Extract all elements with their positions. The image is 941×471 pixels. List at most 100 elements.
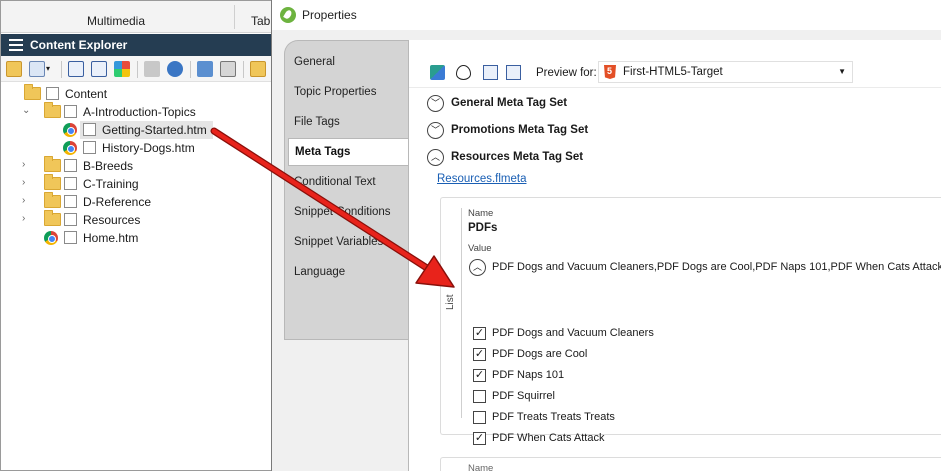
preview-target-select[interactable]: First-HTML5-Target ▼ bbox=[598, 61, 853, 83]
dialog-titlebar: Properties bbox=[272, 0, 941, 30]
option-checkbox[interactable] bbox=[473, 390, 486, 403]
ribbon-tab-multimedia[interactable]: Multimedia bbox=[87, 14, 145, 28]
option-checkbox[interactable]: ✓ bbox=[473, 327, 486, 340]
tab-snippet-variables[interactable]: Snippet Variables bbox=[294, 236, 383, 248]
paste-icon[interactable] bbox=[506, 65, 521, 80]
tree-item-a-introduction-topics[interactable]: ⌄ A-Introduction-Topics bbox=[1, 102, 271, 121]
tree-item-label: C-Training bbox=[83, 177, 139, 191]
tree-item-b-breeds[interactable]: › B-Breeds bbox=[1, 156, 271, 175]
tree-checkbox[interactable] bbox=[64, 195, 77, 208]
tree-item-resources[interactable]: › Resources bbox=[1, 210, 271, 229]
tree-item-getting-started[interactable]: Getting-Started.htm bbox=[1, 121, 271, 139]
tab-meta-tags[interactable]: Meta Tags bbox=[288, 138, 409, 166]
toolbar-divider bbox=[190, 61, 191, 78]
ribbon-divider bbox=[234, 5, 235, 29]
chevron-up-icon[interactable]: ︿ bbox=[427, 149, 444, 166]
name-caption: Name bbox=[468, 463, 494, 471]
tab-snippet-conditions[interactable]: Snippet Conditions bbox=[294, 206, 391, 218]
tab-file-tags[interactable]: File Tags bbox=[294, 116, 340, 128]
option-label: PDF Treats Treats Treats bbox=[492, 411, 615, 423]
next-meta-tag-card: Name bbox=[440, 457, 941, 471]
meta-tags-panel: Preview for: First-HTML5-Target ▼ ﹀ Gene… bbox=[408, 40, 941, 471]
chrome-icon bbox=[63, 123, 77, 137]
option-label: PDF Dogs are Cool bbox=[492, 348, 588, 360]
content-explorer-toolbar: ▾ bbox=[1, 56, 281, 82]
menu-icon[interactable] bbox=[9, 39, 23, 51]
edit-meta-icon[interactable] bbox=[430, 65, 445, 80]
layout-icon[interactable] bbox=[29, 61, 45, 77]
tab-language[interactable]: Language bbox=[294, 266, 345, 278]
bind-icon[interactable] bbox=[144, 61, 160, 77]
folder-icon bbox=[44, 192, 61, 208]
tree-item-c-training[interactable]: › C-Training bbox=[1, 174, 271, 193]
tree-checkbox[interactable] bbox=[64, 213, 77, 226]
meta-tag-card: List Name PDFs Value ︿ PDF Dogs and Vacu… bbox=[440, 197, 941, 445]
tree-item-label: A-Introduction-Topics bbox=[83, 105, 196, 119]
folder-icon bbox=[44, 174, 61, 190]
duplicate-icon[interactable] bbox=[91, 61, 107, 77]
content-explorer-title: Content Explorer bbox=[30, 38, 128, 52]
chevron-down-icon: ▼ bbox=[838, 67, 846, 76]
tab-topic-properties[interactable]: Topic Properties bbox=[294, 86, 376, 98]
chevron-right-icon[interactable]: › bbox=[22, 196, 32, 206]
copy-icon[interactable] bbox=[483, 65, 498, 80]
toolbar-divider bbox=[61, 61, 62, 78]
option-checkbox[interactable]: ✓ bbox=[473, 369, 486, 382]
option-label: PDF Squirrel bbox=[492, 390, 555, 402]
tree-checkbox[interactable] bbox=[83, 141, 96, 154]
chevron-down-icon[interactable]: ﹀ bbox=[427, 122, 444, 139]
tree-item-d-reference[interactable]: › D-Reference bbox=[1, 192, 271, 211]
option-checkbox[interactable]: ✓ bbox=[473, 348, 486, 361]
tree-checkbox[interactable] bbox=[83, 123, 96, 136]
option-label: PDF When Cats Attack bbox=[492, 432, 605, 444]
dialog-title: Properties bbox=[302, 8, 357, 22]
section-label: Resources Meta Tag Set bbox=[451, 151, 584, 163]
folder-icon bbox=[44, 210, 61, 226]
chrome-icon bbox=[44, 231, 58, 245]
section-label: Promotions Meta Tag Set bbox=[451, 124, 589, 136]
tree-item-content[interactable]: Content bbox=[1, 84, 271, 103]
chevron-up-icon[interactable]: ︿ bbox=[469, 259, 486, 276]
layout-dropdown-icon[interactable]: ▾ bbox=[46, 61, 55, 77]
chrome-icon bbox=[63, 141, 77, 155]
tab-general[interactable]: General bbox=[294, 56, 335, 68]
section-label: General Meta Tag Set bbox=[451, 97, 568, 109]
eye-icon[interactable] bbox=[456, 65, 471, 80]
preview-target-value: First-HTML5-Target bbox=[623, 66, 723, 78]
ribbon-tab-table[interactable]: Tabl bbox=[251, 14, 273, 28]
tree-checkbox[interactable] bbox=[64, 231, 77, 244]
chevron-down-icon[interactable]: ⌄ bbox=[22, 106, 32, 116]
tree-checkbox[interactable] bbox=[64, 177, 77, 190]
chevron-down-icon[interactable]: ﹀ bbox=[427, 95, 444, 112]
tree-item-label: Getting-Started.htm bbox=[102, 123, 207, 137]
tree-item-home[interactable]: Home.htm bbox=[1, 229, 271, 247]
tree-checkbox[interactable] bbox=[46, 87, 59, 100]
tab-conditional-text[interactable]: Conditional Text bbox=[294, 176, 376, 188]
html5-icon bbox=[604, 65, 616, 79]
chevron-right-icon[interactable]: › bbox=[22, 160, 32, 170]
toolbar-divider bbox=[243, 61, 244, 78]
option-label: PDF Dogs and Vacuum Cleaners bbox=[492, 327, 654, 339]
chevron-right-icon[interactable]: › bbox=[22, 214, 32, 224]
copy-icon[interactable] bbox=[68, 61, 84, 77]
tree-item-label: Resources bbox=[83, 213, 141, 227]
tree-checkbox[interactable] bbox=[64, 159, 77, 172]
preview-for-label: Preview for: bbox=[536, 67, 597, 79]
import-icon[interactable] bbox=[197, 61, 213, 77]
tree-item-label: Home.htm bbox=[83, 231, 139, 245]
option-checkbox[interactable] bbox=[473, 411, 486, 424]
meta-file-link[interactable]: Resources.flmeta bbox=[437, 173, 526, 185]
new-folder-icon[interactable] bbox=[250, 61, 266, 77]
color-grid-icon[interactable] bbox=[114, 61, 130, 77]
option-checkbox[interactable]: ✓ bbox=[473, 432, 486, 445]
chevron-right-icon[interactable]: › bbox=[22, 178, 32, 188]
refresh-icon[interactable] bbox=[167, 61, 183, 77]
value-summary: PDF Dogs and Vacuum Cleaners,PDF Dogs ar… bbox=[492, 261, 941, 273]
document-icon[interactable] bbox=[220, 61, 236, 77]
meta-tag-name: PDFs bbox=[468, 222, 498, 234]
tree-checkbox[interactable] bbox=[64, 105, 77, 118]
content-explorer-header: Content Explorer bbox=[1, 34, 281, 56]
tab-column-background bbox=[284, 40, 408, 340]
open-folder-icon[interactable] bbox=[6, 61, 22, 77]
tree-item-history-dogs[interactable]: History-Dogs.htm bbox=[1, 139, 271, 157]
